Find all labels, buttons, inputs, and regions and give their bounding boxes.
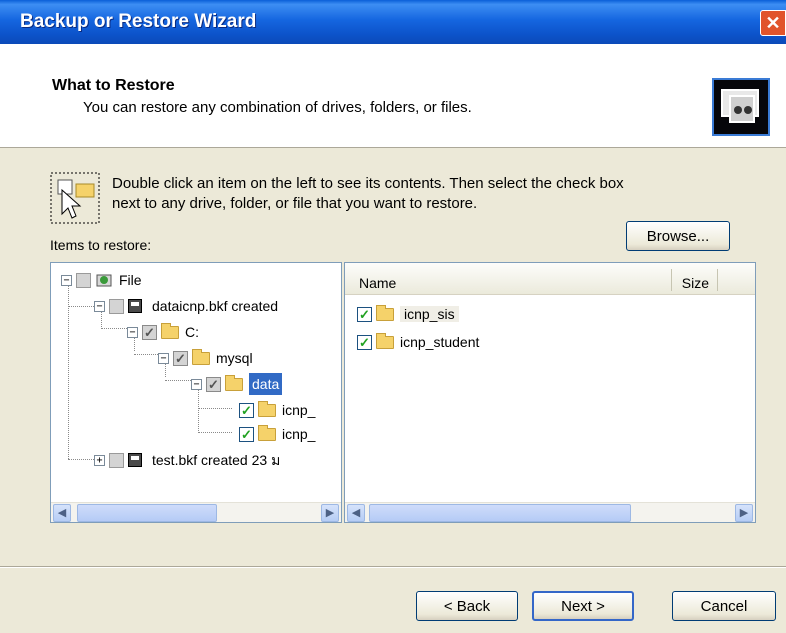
window-title: Backup or Restore Wizard — [20, 11, 257, 32]
folder-icon — [376, 305, 396, 323]
folder-cursor-icon — [50, 172, 100, 224]
tree-node-label: data — [249, 373, 283, 395]
collapse-icon[interactable]: − — [127, 326, 138, 338]
tree-node-media-dataicnp[interactable]: − dataicnp.bkf created — [94, 295, 278, 317]
items-to-restore-label: Items to restore: — [50, 237, 152, 253]
list-checkbox[interactable]: ✓ — [357, 306, 372, 322]
list-item[interactable]: ✓ icnp_student — [357, 331, 479, 353]
tree-node-label: test.bkf created 23 ม — [152, 452, 281, 468]
folder-icon — [258, 425, 278, 443]
tree-node-label: File — [119, 272, 142, 288]
tree-node-icnp-1[interactable]: ✓ icnp_ — [239, 399, 315, 421]
title-bar: Backup or Restore Wizard ✕ — [0, 0, 786, 44]
scroll-right-icon[interactable]: ▶ — [735, 504, 753, 522]
column-header-size[interactable]: Size — [682, 275, 709, 291]
folder-icon — [225, 375, 245, 393]
list-header: Name Size — [345, 263, 755, 295]
tree-checkbox[interactable] — [76, 272, 91, 288]
instruction-text: Double click an item on the left to see … — [112, 175, 624, 212]
media-disk-icon — [128, 297, 148, 315]
collapse-icon[interactable]: − — [191, 378, 202, 390]
column-header-name[interactable]: Name — [359, 275, 396, 291]
tree-node-icnp-2[interactable]: ✓ icnp_ — [239, 423, 315, 445]
tree-node-label: icnp_ — [282, 402, 316, 418]
tree-checkbox[interactable]: ✓ — [142, 324, 157, 340]
tree-checkbox[interactable]: ✓ — [206, 376, 221, 392]
expand-icon[interactable]: + — [94, 454, 105, 466]
collapse-icon[interactable]: − — [158, 352, 169, 364]
folder-icon — [258, 401, 278, 419]
tree-node-drive-c[interactable]: − ✓ C: — [127, 321, 199, 343]
tree-checkbox[interactable]: ✓ — [239, 426, 254, 442]
collapse-icon[interactable]: − — [61, 274, 72, 286]
cancel-button[interactable]: Cancel — [672, 591, 776, 621]
back-button[interactable]: < Back — [416, 591, 518, 621]
footer-divider — [0, 566, 786, 568]
next-button[interactable]: Next > — [532, 591, 634, 621]
tree-node-data[interactable]: − ✓ data — [191, 373, 283, 395]
tree-node-mysql[interactable]: − ✓ mysql — [158, 347, 253, 369]
scroll-thumb[interactable] — [369, 504, 631, 522]
tree-checkbox[interactable] — [109, 298, 124, 314]
tree-checkbox[interactable] — [109, 452, 124, 468]
tree-node-label: icnp_ — [282, 426, 316, 442]
page-subtitle: You can restore any combination of drive… — [83, 99, 472, 116]
contents-list[interactable]: Name Size ✓ icnp_sis ✓ icnp_student ◀ ▶ — [344, 262, 756, 523]
restore-tree[interactable]: − File − dataicnp.bkf created − ✓ C: − ✓… — [50, 262, 342, 523]
backup-file-icon — [95, 271, 115, 289]
tree-checkbox[interactable]: ✓ — [173, 350, 188, 366]
page-title: What to Restore — [52, 77, 175, 94]
media-disk-icon — [128, 451, 148, 469]
drive-folder-icon — [161, 323, 181, 341]
collapse-icon[interactable]: − — [94, 300, 105, 312]
list-item-label: icnp_sis — [400, 306, 459, 322]
close-button[interactable]: ✕ — [760, 10, 786, 36]
tree-checkbox[interactable]: ✓ — [239, 402, 254, 418]
scroll-left-icon[interactable]: ◀ — [347, 504, 365, 522]
scroll-right-icon[interactable]: ▶ — [321, 504, 339, 522]
list-item-label: icnp_student — [400, 334, 480, 350]
list-horizontal-scrollbar[interactable]: ◀ ▶ — [345, 502, 755, 522]
tree-node-label: mysql — [216, 350, 253, 366]
list-item[interactable]: ✓ icnp_sis — [357, 303, 459, 325]
tree-node-label: C: — [185, 324, 199, 340]
backup-tape-icon — [712, 78, 770, 136]
wizard-header: What to Restore You can restore any comb… — [0, 44, 786, 148]
folder-icon — [376, 333, 396, 351]
tree-horizontal-scrollbar[interactable]: ◀ ▶ — [51, 502, 341, 522]
tree-node-file[interactable]: − File — [61, 269, 142, 291]
scroll-left-icon[interactable]: ◀ — [53, 504, 71, 522]
scroll-thumb[interactable] — [77, 504, 217, 522]
folder-icon — [192, 349, 212, 367]
browse-button[interactable]: Browse... — [626, 221, 730, 251]
list-checkbox[interactable]: ✓ — [357, 334, 372, 350]
tree-node-label: dataicnp.bkf created — [152, 298, 279, 314]
tree-node-media-test[interactable]: + test.bkf created 23 ม — [94, 449, 280, 471]
